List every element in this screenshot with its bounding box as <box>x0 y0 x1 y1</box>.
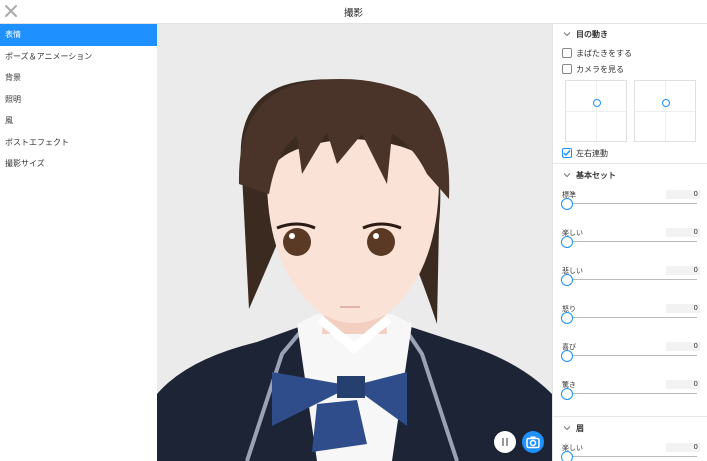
slider-thumb[interactable] <box>561 451 573 461</box>
slider-surprise: 驚き 0 <box>553 380 707 418</box>
slider-track[interactable] <box>567 355 697 356</box>
eye-left <box>283 228 311 256</box>
section-title: 基本セット <box>576 171 616 180</box>
character-preview <box>157 79 552 461</box>
slider-track[interactable] <box>567 317 697 318</box>
checkbox-box <box>562 48 572 58</box>
slider-joy: 喜び 0 <box>553 342 707 380</box>
sidebar-item-expression[interactable]: 表情 <box>0 24 157 46</box>
preview-viewport[interactable] <box>157 24 552 461</box>
slider-value[interactable]: 0 <box>666 380 700 389</box>
slider-track[interactable] <box>567 279 697 280</box>
slider-track[interactable] <box>567 456 697 457</box>
slider-value[interactable]: 0 <box>666 190 700 199</box>
slider-thumb[interactable] <box>561 236 573 248</box>
right-eye-direction-pad[interactable] <box>634 80 696 142</box>
pause-icon <box>502 438 508 446</box>
camera-icon <box>526 436 540 449</box>
divider <box>553 416 707 417</box>
section-title: 眉 <box>576 424 584 433</box>
slider-brow-happy: 楽しい 0 <box>553 443 707 461</box>
eye-right <box>367 228 395 256</box>
slider-thumb[interactable] <box>561 198 573 210</box>
divider <box>553 163 707 164</box>
section-title: 目の動き <box>576 30 608 39</box>
page-title: 撮影 <box>343 8 363 19</box>
app-window: 撮影 表情 ポーズ＆アニメーション 背景 照明 風 ポストエフェクト 撮影サイズ <box>0 0 707 461</box>
title-bar: 撮影 <box>0 0 707 24</box>
slider-value[interactable]: 0 <box>666 228 700 237</box>
chevron-down-icon <box>563 173 571 178</box>
checkmark-icon <box>563 150 571 157</box>
slider-sad: 悲しい 0 <box>553 266 707 304</box>
sidebar: 表情 ポーズ＆アニメーション 背景 照明 風 ポストエフェクト 撮影サイズ <box>0 24 157 461</box>
slider-thumb[interactable] <box>561 350 573 362</box>
slider-track[interactable] <box>567 241 697 242</box>
left-eye-direction-pad[interactable] <box>565 80 627 142</box>
slider-track[interactable] <box>567 393 697 394</box>
slider-value[interactable]: 0 <box>666 266 700 275</box>
slider-thumb[interactable] <box>561 312 573 324</box>
sidebar-item-capture-size[interactable]: 撮影サイズ <box>0 153 157 175</box>
sidebar-item-pose-animation[interactable]: ポーズ＆アニメーション <box>0 46 157 68</box>
bow-knot <box>337 376 365 398</box>
slider-track[interactable] <box>567 203 697 204</box>
section-eye-movement[interactable]: 目の動き <box>553 25 707 43</box>
checkbox-label: まばたきをする <box>576 49 632 58</box>
section-eyebrow[interactable]: 眉 <box>553 419 707 437</box>
slider-happy: 楽しい 0 <box>553 228 707 266</box>
sidebar-item-lighting[interactable]: 照明 <box>0 89 157 111</box>
sidebar-item-background[interactable]: 背景 <box>0 67 157 89</box>
slider-value[interactable]: 0 <box>666 342 700 351</box>
eye-direction-handle[interactable] <box>662 99 670 107</box>
checkbox-label: カメラを見る <box>576 65 624 74</box>
checkbox-box <box>562 64 572 74</box>
checkbox-box <box>562 148 572 158</box>
settings-panel: 目の動き まばたきをする カメラを見る 左右連動 基本セット 標準 0 楽しい … <box>552 24 707 461</box>
slider-angry: 怒り 0 <box>553 304 707 342</box>
sidebar-item-wind[interactable]: 風 <box>0 110 157 132</box>
eye-left-highlight <box>289 233 295 239</box>
slider-standard: 標準 0 <box>553 190 707 228</box>
sidebar-item-post-effect[interactable]: ポストエフェクト <box>0 132 157 154</box>
slider-thumb[interactable] <box>561 388 573 400</box>
section-basic-set[interactable]: 基本セット <box>553 166 707 184</box>
eye-direction-handle[interactable] <box>593 99 601 107</box>
pause-button[interactable] <box>494 431 516 453</box>
slider-value[interactable]: 0 <box>666 304 700 313</box>
chevron-down-icon <box>563 426 571 431</box>
eye-right-highlight <box>373 233 379 239</box>
capture-button[interactable] <box>522 431 544 453</box>
bow-tail <box>312 400 367 452</box>
slider-thumb[interactable] <box>561 274 573 286</box>
chevron-down-icon <box>563 32 571 37</box>
slider-value[interactable]: 0 <box>666 443 700 452</box>
checkbox-label: 左右連動 <box>576 149 608 158</box>
